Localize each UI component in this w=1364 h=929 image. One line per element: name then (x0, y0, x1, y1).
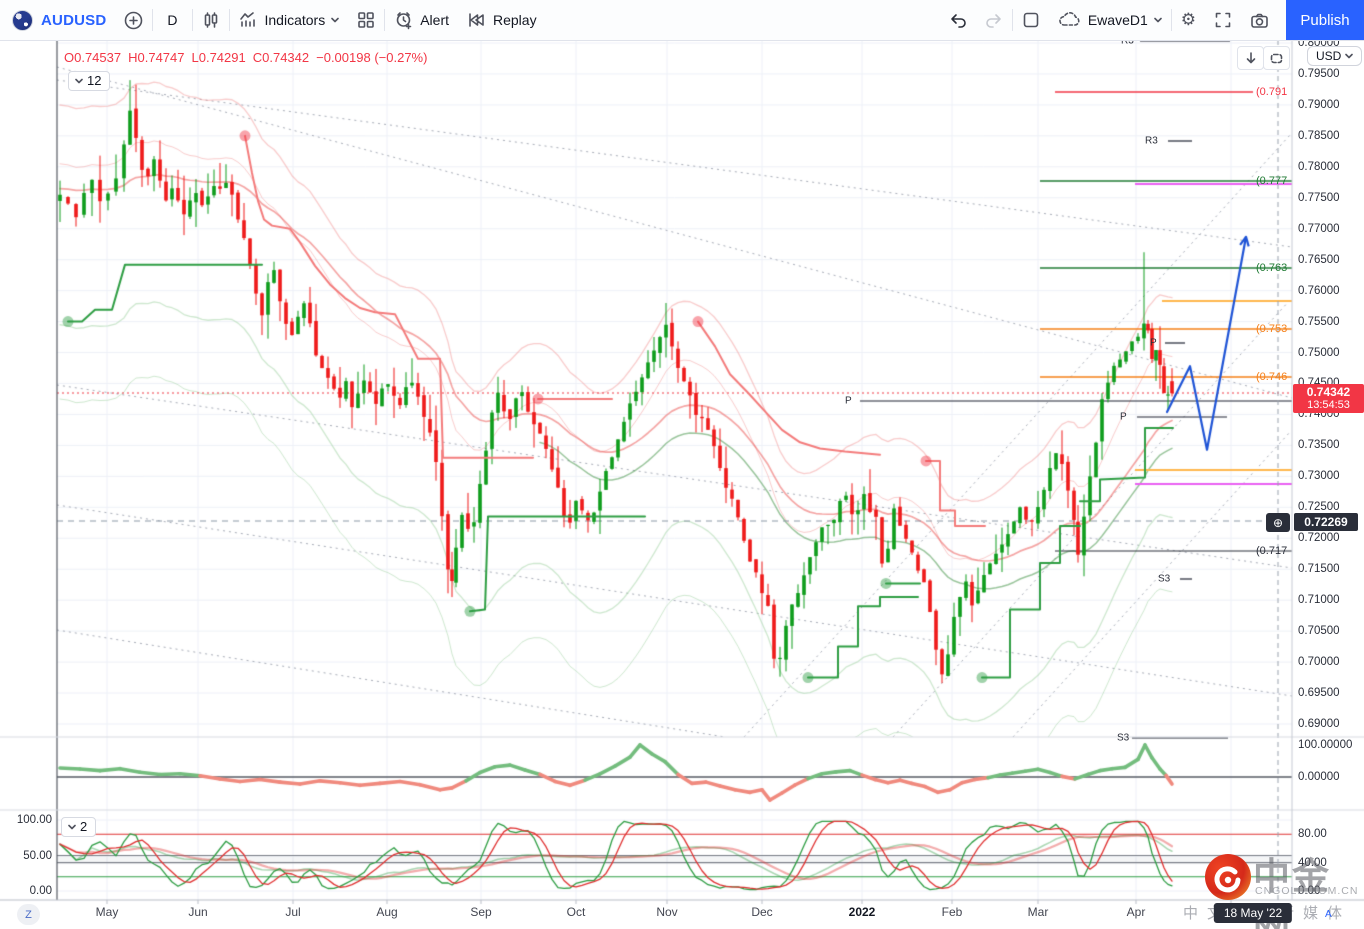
scroll-down-icon (1246, 52, 1255, 64)
fullscreen-icon (1215, 12, 1231, 28)
interval-button[interactable]: D (153, 0, 191, 40)
save-layout-button[interactable] (1013, 0, 1049, 40)
month-label: Dec (751, 905, 773, 919)
last-price-value: 0.74342 (1306, 385, 1351, 399)
month-label: Sep (470, 905, 492, 919)
price-tick-label: 0.72000 (1298, 532, 1340, 545)
undo-icon (951, 14, 966, 28)
alert-button[interactable]: Alert (385, 0, 458, 40)
symbol-name: AUDUSD (41, 11, 107, 29)
publish-button[interactable]: Publish (1286, 0, 1364, 40)
pane1-axis-label-zero: 0.00000 (1298, 771, 1340, 783)
price-tick-label: 0.76000 (1298, 284, 1340, 297)
ohlc-change: −0.00198 (−0.27%) (316, 50, 428, 65)
month-label: May (95, 905, 119, 919)
layout-grid-button[interactable] (348, 0, 384, 40)
pane2-collapsed-legend[interactable]: 2 (61, 817, 97, 837)
main-series-count: 12 (87, 73, 102, 88)
month-label: 2022 (848, 905, 876, 919)
layout-grid-icon (358, 12, 375, 28)
price-tick-label: 0.75500 (1298, 315, 1340, 328)
replay-label: Replay (493, 12, 537, 28)
fullscreen-button[interactable] (1205, 0, 1241, 40)
price-tick-label: 0.75000 (1298, 346, 1340, 359)
main-series-collapsed-legend[interactable]: 12 (68, 71, 111, 91)
maximize-pane-icon (1270, 53, 1283, 63)
scroll-to-recent-button[interactable] (1237, 46, 1264, 70)
month-label: Feb (941, 905, 963, 919)
pane1-axis-label-top: 100.00000 (1298, 739, 1353, 751)
month-label: Nov (656, 905, 678, 919)
month-label: Jul (285, 905, 301, 919)
price-tick-label: 0.78000 (1298, 160, 1340, 173)
template-cloud-icon (1058, 12, 1080, 26)
month-label: Jun (188, 905, 208, 919)
alert-icon (396, 12, 412, 30)
symbol-flag-icon (12, 9, 33, 31)
time-axis[interactable]: May Jun Jul Aug Sep Oct Nov Dec 2022 Feb Mar Apr (0, 900, 1364, 929)
chevron-down-icon (331, 17, 340, 23)
plus-alert-icon[interactable]: ⊕ (1266, 513, 1290, 532)
cloud-template-button[interactable]: EwaveD1 (1049, 0, 1171, 40)
chevron-down-icon (68, 824, 76, 829)
add-symbol-button[interactable] (115, 0, 152, 40)
top-toolbar: AUDUSD D Indicators Alert Replay EwaveD1… (0, 0, 1364, 41)
indicators-icon (239, 12, 255, 27)
ohlc-high: H0.74747 (128, 50, 185, 65)
price-tick-label: 0.71500 (1298, 563, 1340, 576)
price-tick-label: 0.77500 (1298, 191, 1340, 204)
tradingview-app: AUDUSD D Indicators Alert Replay EwaveD1… (0, 0, 1364, 929)
undo-button[interactable] (940, 0, 976, 40)
price-tick-label: 0.73500 (1298, 439, 1340, 452)
snapshot-button[interactable] (1241, 0, 1278, 40)
price-tick-label: 0.77000 (1298, 222, 1340, 235)
indicators-label: Indicators (264, 12, 326, 28)
crosshair-date-badge: 18 May '22 (1213, 903, 1293, 923)
price-tick-label: 0.79500 (1298, 67, 1340, 80)
settings-button[interactable]: ⚙ (1172, 0, 1205, 40)
price-tick-label: 0.72500 (1298, 501, 1340, 514)
price-tick-label: 0.78500 (1298, 129, 1340, 142)
month-label: Aug (376, 905, 398, 919)
ohlc-legend[interactable]: O0.74537 H0.74747 L0.74291 C0.74342 −0.00198… (64, 50, 434, 65)
price-tick-label: 0.70500 (1298, 625, 1340, 638)
pane2-count: 2 (80, 819, 88, 834)
price-tick-label: 0.69500 (1298, 687, 1340, 700)
template-name: EwaveD1 (1087, 12, 1148, 28)
price-tick-label: 0.79000 (1298, 98, 1340, 111)
bar-countdown: 13:54:53 (1307, 399, 1350, 411)
chart-style-button[interactable] (193, 0, 229, 40)
price-tick-label: 0.76500 (1298, 253, 1340, 266)
chart-canvas[interactable] (0, 0, 1364, 929)
last-price-badge: 0.74342 13:54:53 (1293, 384, 1364, 413)
price-tick-label: 0.73000 (1298, 470, 1340, 483)
month-label: Oct (566, 905, 586, 919)
symbol-button[interactable]: AUDUSD (0, 0, 115, 40)
month-label: Mar (1027, 905, 1049, 919)
candles-style-icon (204, 12, 217, 28)
maximize-pane-button[interactable] (1263, 46, 1290, 70)
redo-button[interactable] (976, 0, 1012, 40)
redo-icon (986, 14, 1001, 28)
replay-button[interactable]: Replay (458, 0, 546, 40)
ohlc-open: O0.74537 (64, 50, 122, 65)
layout-square-icon (1023, 12, 1039, 28)
alert-price-badge: 0.72269 (1294, 513, 1358, 531)
price-tick-label: 0.69000 (1298, 717, 1340, 730)
alert-label: Alert (420, 12, 449, 28)
chevron-down-icon (75, 78, 83, 83)
indicators-button[interactable]: Indicators (230, 0, 349, 40)
ohlc-close: C0.74342 (252, 50, 310, 65)
price-tick-label: 0.71000 (1298, 594, 1340, 607)
chevron-down-icon (1153, 17, 1162, 23)
replay-icon (469, 13, 484, 27)
camera-icon (1251, 13, 1268, 28)
timezone-button[interactable]: Z (17, 904, 40, 925)
price-tick-label: 0.70000 (1298, 656, 1340, 669)
gear-icon: ⚙ (1180, 10, 1196, 30)
ohlc-low: L0.74291 (191, 50, 246, 65)
month-label: Apr (1126, 905, 1146, 919)
